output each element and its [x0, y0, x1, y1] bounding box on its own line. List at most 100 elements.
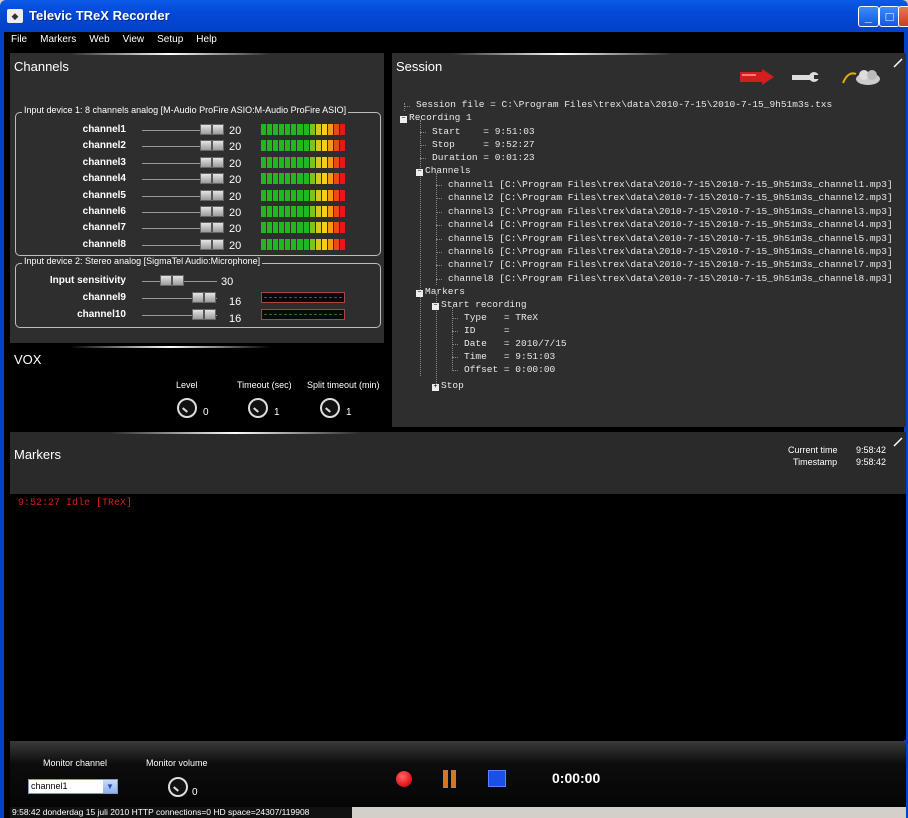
channel-row: channel4 20: [16, 171, 382, 187]
markers-node[interactable]: − Markers: [416, 286, 465, 297]
channel-file-node[interactable]: channel8 [C:\Program Files\trex\data\201…: [448, 273, 893, 284]
channel-file-node[interactable]: channel3 [C:\Program Files\trex\data\201…: [448, 206, 893, 217]
expand-icon[interactable]: +: [432, 384, 439, 391]
collapse-icon[interactable]: −: [416, 290, 423, 297]
control-bar: Monitor channel channel1 ▼ Monitor volum…: [10, 741, 906, 807]
channel-gain-slider[interactable]: [200, 173, 224, 185]
channel-row: channel10 16: [16, 307, 382, 325]
detach-arrow-icon[interactable]: [892, 436, 904, 448]
wrench-icon[interactable]: [790, 67, 820, 87]
vox-timeout-label: Timeout (sec): [237, 380, 292, 390]
menu-setup[interactable]: Setup: [150, 32, 189, 45]
collapse-icon[interactable]: −: [400, 116, 407, 123]
maximize-button[interactable]: □: [879, 6, 900, 27]
channel-gain-value: 20: [229, 125, 242, 137]
close-button[interactable]: [898, 6, 908, 27]
monitor-volume-knob[interactable]: [168, 777, 188, 797]
channel-row: channel5 20: [16, 188, 382, 204]
chevron-down-icon[interactable]: ▼: [103, 780, 117, 793]
channel-gain-slider[interactable]: [200, 206, 224, 217]
session-tree: Session file = C:\Program Files\trex\dat…: [400, 99, 900, 429]
input-sensitivity-row: Input sensitivity 30: [16, 273, 382, 289]
input-sensitivity-slider[interactable]: [160, 275, 184, 286]
marker-time[interactable]: Time = 9:51:03: [464, 351, 555, 362]
menu-help[interactable]: Help: [189, 32, 223, 45]
recording-stop[interactable]: Stop = 9:52:27: [432, 139, 535, 150]
channel-file-node[interactable]: channel4 [C:\Program Files\trex\data\201…: [448, 219, 893, 230]
stop-button[interactable]: [488, 770, 506, 787]
status-bar: 9:58:42 donderdag 15 juli 2010 HTTP conn…: [10, 807, 906, 818]
start-recording-node[interactable]: − Start recording: [432, 299, 527, 310]
channel-file-node[interactable]: channel7 [C:\Program Files\trex\data\201…: [448, 259, 893, 270]
channel-file-node[interactable]: channel1 [C:\Program Files\trex\data\201…: [448, 179, 893, 190]
channel-file-node[interactable]: channel2 [C:\Program Files\trex\data\201…: [448, 192, 893, 203]
channel-row: channel7 20: [16, 220, 382, 236]
marker-type[interactable]: Type = TReX: [464, 312, 538, 323]
timestamp-value: 9:58:42: [856, 457, 887, 467]
vox-split-timeout-knob[interactable]: [320, 398, 340, 418]
menu-bar: File Markers Web View Setup Help: [0, 32, 908, 49]
level-meter: [261, 309, 345, 320]
level-meter: [261, 292, 345, 303]
menu-markers[interactable]: Markers: [33, 32, 82, 45]
vox-split-timeout-value: 1: [346, 407, 352, 418]
channel-name: channel10: [77, 309, 126, 320]
channel-gain-slider[interactable]: [200, 238, 224, 250]
channel-name: channel9: [82, 292, 126, 303]
channel-gain-slider[interactable]: [200, 222, 224, 234]
channel-gain-slider[interactable]: [200, 124, 224, 135]
channel-gain-value: 20: [229, 223, 242, 236]
channel-gain-slider[interactable]: [192, 309, 216, 320]
channel-gain-slider[interactable]: [200, 156, 224, 168]
channel-name: channel4: [82, 173, 126, 185]
monitor-channel-label: Monitor channel: [43, 758, 108, 768]
channel-gain-slider[interactable]: [192, 292, 216, 303]
minimize-button[interactable]: _: [858, 6, 879, 27]
menu-file[interactable]: File: [4, 32, 33, 45]
channel-name: channel5: [82, 189, 126, 201]
channel-file-node[interactable]: channel5 [C:\Program Files\trex\data\201…: [448, 233, 893, 244]
marker-id[interactable]: ID =: [464, 325, 510, 336]
export-red-icon[interactable]: [738, 67, 778, 87]
collapse-icon[interactable]: −: [432, 303, 439, 310]
vox-timeout-knob[interactable]: [248, 398, 268, 418]
channel-gain-value: 20: [229, 239, 242, 252]
level-meter: [261, 124, 346, 135]
vox-level-knob[interactable]: [177, 398, 197, 418]
level-meter: [261, 238, 346, 250]
marker-date[interactable]: Date = 2010/7/15: [464, 338, 567, 349]
record-button[interactable]: [396, 771, 412, 787]
channel-row: channel1 20: [16, 122, 382, 138]
channels-panel: Channels Input device 1: 8 channels anal…: [10, 53, 384, 343]
marker-offset[interactable]: Offset = 0:00:00: [464, 364, 555, 375]
menu-view[interactable]: View: [116, 32, 151, 45]
session-file-node[interactable]: Session file = C:\Program Files\trex\dat…: [416, 99, 832, 110]
marker-log-entry[interactable]: 9:52:27 Idle [TReX]: [18, 498, 132, 509]
channel-name: channel3: [82, 156, 126, 168]
stop-marker-node[interactable]: + Stop: [432, 380, 464, 391]
input-sensitivity-label: Input sensitivity: [49, 275, 126, 286]
channel-gain-slider[interactable]: [200, 189, 224, 201]
vox-timeout-value: 1: [274, 407, 280, 418]
channel-gain-slider[interactable]: [200, 140, 224, 152]
vox-split-timeout-label: Split timeout (min): [307, 380, 380, 390]
detach-arrow-icon[interactable]: [892, 57, 904, 69]
collapse-icon[interactable]: −: [416, 169, 423, 176]
recording-node[interactable]: − Recording 1: [400, 112, 472, 123]
channels-title: Channels: [14, 59, 69, 74]
channel-file-node[interactable]: channel6 [C:\Program Files\trex\data\201…: [448, 246, 893, 257]
current-time-label: Current time: [788, 445, 838, 455]
recording-start[interactable]: Start = 9:51:03: [432, 126, 535, 137]
level-meter: [261, 173, 346, 185]
markers-log[interactable]: 9:52:27 Idle [TReX]: [10, 494, 906, 740]
channel-gain-value: 20: [229, 141, 242, 154]
upload-cloud-icon[interactable]: [840, 65, 884, 87]
channels-node[interactable]: − Channels: [416, 165, 471, 176]
status-text: 9:58:42 donderdag 15 juli 2010 HTTP conn…: [12, 807, 310, 817]
recording-duration[interactable]: Duration = 0:01:23: [432, 152, 535, 163]
monitor-channel-select[interactable]: channel1 ▼: [28, 779, 118, 794]
menu-web[interactable]: Web: [82, 32, 115, 45]
session-panel: Session Session file = C:\Program Files\…: [392, 53, 906, 427]
pause-button[interactable]: [443, 770, 457, 788]
channel-gain-value: 20: [229, 174, 242, 187]
